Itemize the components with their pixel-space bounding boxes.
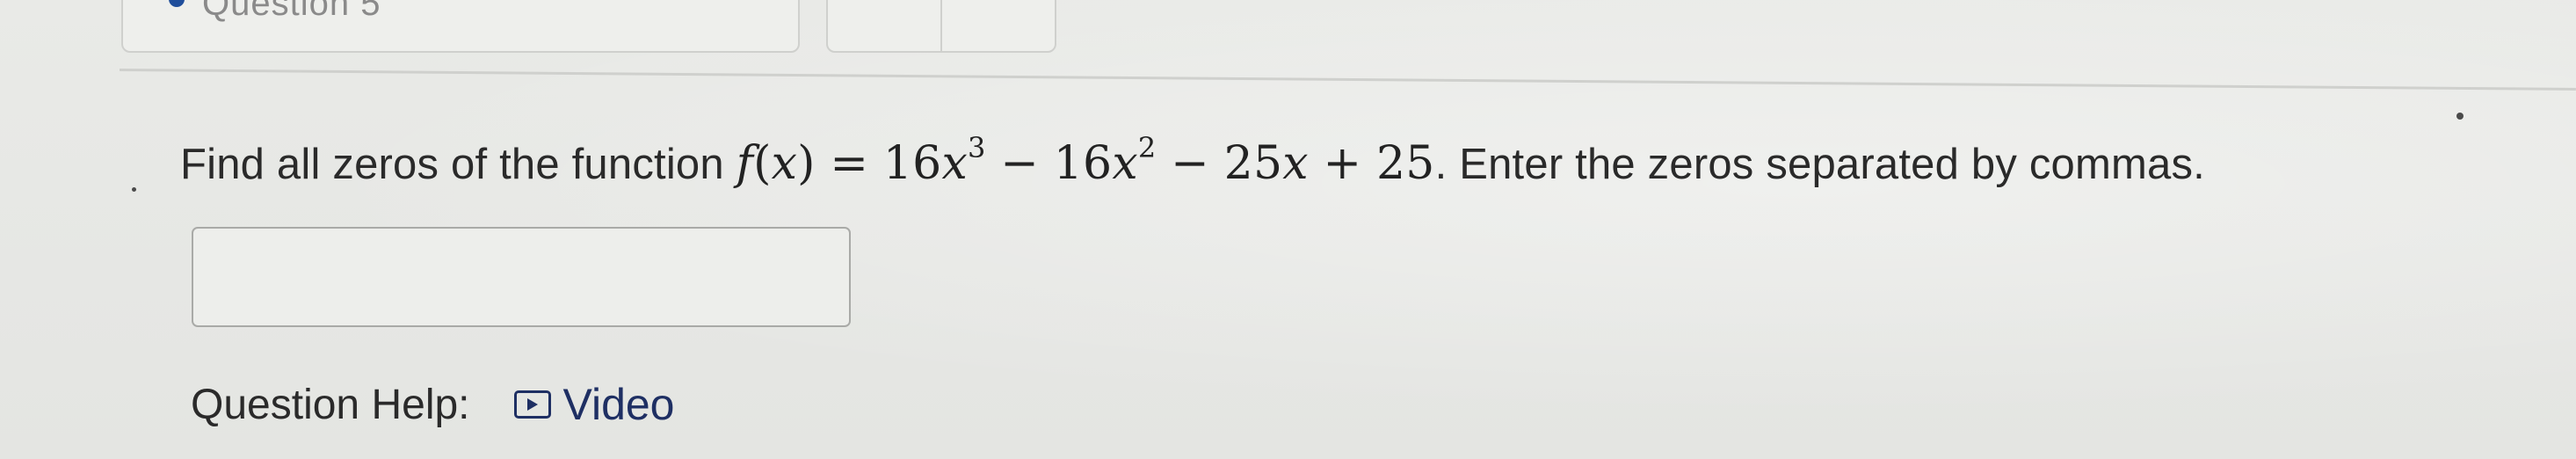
nav-divider	[940, 0, 942, 53]
function-expression: f(x) = 16x3 − 16x2 − 25x + 25	[736, 131, 1435, 190]
question-text: Find all zeros of the function f(x) = 16…	[180, 131, 2205, 190]
math-coef-1: 16	[882, 137, 942, 190]
math-const: 25	[1376, 137, 1435, 190]
question-prefix: Find all zeros of the function	[180, 141, 737, 188]
question-tab[interactable]: Question 5	[121, 0, 800, 53]
math-x: x	[941, 137, 968, 190]
speck	[2456, 113, 2464, 120]
math-coef-2: 16	[1053, 137, 1113, 190]
status-dot-icon	[169, 0, 185, 7]
question-nav-buttons[interactable]	[826, 0, 1056, 53]
math-x: x	[1282, 137, 1309, 190]
math-x: x	[771, 137, 798, 190]
math-coef-3: 25	[1223, 137, 1283, 190]
answer-input[interactable]	[192, 227, 851, 327]
video-help-link[interactable]: Video	[513, 379, 675, 430]
question-help: Question Help: Video	[191, 376, 675, 433]
math-f: f	[736, 137, 754, 190]
question-help-label: Question Help:	[191, 381, 470, 428]
video-link-label: Video	[562, 380, 675, 429]
math-exp-1: 3	[967, 131, 986, 164]
play-icon	[513, 390, 551, 419]
question-suffix: . Enter the zeros separated by commas.	[1434, 141, 2205, 188]
speck	[132, 187, 136, 192]
math-exp-2: 2	[1137, 131, 1157, 164]
math-x: x	[1112, 137, 1138, 190]
question-tab-label: Question 5	[202, 0, 381, 23]
